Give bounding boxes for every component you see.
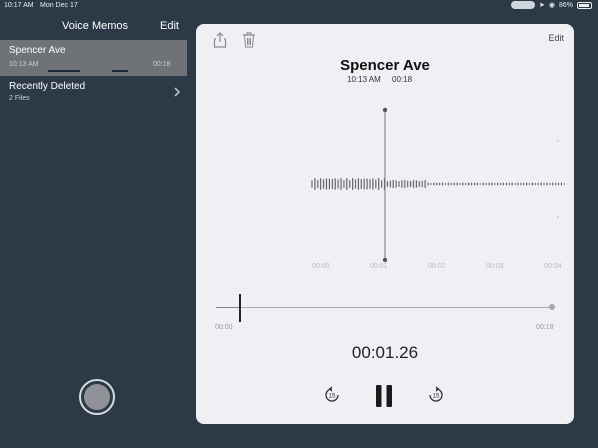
trash-icon[interactable] [242, 32, 256, 48]
svg-text:15: 15 [433, 394, 440, 400]
skip-forward-15-icon[interactable]: 15 [427, 386, 445, 404]
elapsed-time: 00:01.26 [351, 343, 419, 362]
status-right: ➤ ◉ 86% [511, 1, 592, 9]
recording-duration: 00:18 [392, 75, 413, 84]
skip-back-15-icon[interactable]: 15 [323, 386, 341, 404]
memo-progress-marks [48, 70, 168, 73]
scrubber-end-marker [549, 304, 555, 310]
memo-detail-panel: Edit Spencer Ave 10:13 AM 00:18 00:00 00… [196, 24, 574, 424]
timeline-label: 00:03 [486, 263, 504, 270]
record-button[interactable] [79, 379, 115, 415]
timeline-label: 00:02 [428, 263, 446, 270]
status-time: 10:17 AM [4, 2, 34, 9]
scrubber-end-time: 00:18 [536, 324, 554, 331]
recording-time: 10:13 AM [347, 75, 381, 84]
detail-edit-button[interactable]: Edit [548, 33, 564, 43]
status-date: Mon Dec 17 [40, 2, 78, 9]
battery-percent: 86% [558, 1, 573, 9]
screen-record-indicator-icon [511, 1, 535, 9]
timeline-label: 00:01 [370, 263, 388, 270]
playback-scrubber-handle[interactable] [238, 294, 241, 322]
recording-title[interactable]: Spencer Ave [196, 57, 574, 74]
folder-file-count: 2 Files [9, 95, 30, 102]
folder-recently-deleted[interactable]: Recently Deleted [9, 81, 85, 92]
chevron-right-icon[interactable] [171, 86, 183, 98]
timeline-label: 00:04 [544, 263, 562, 270]
battery-icon [577, 1, 592, 9]
pause-icon[interactable] [373, 384, 395, 408]
location-icon: ➤ [539, 2, 545, 9]
timeline-label: 00:00 [312, 263, 330, 270]
playback-scrubber-track[interactable] [216, 307, 554, 308]
sidebar-edit-button[interactable]: Edit [160, 20, 179, 32]
status-bar: 10:17 AM Mon Dec 17 ➤ ◉ 86% [0, 0, 598, 12]
sidebar-title: Voice Memos [62, 20, 129, 32]
scrubber-start-time: 00:00 [215, 324, 233, 331]
share-icon[interactable] [213, 32, 227, 48]
memo-name: Spencer Ave [9, 45, 66, 56]
svg-text:15: 15 [329, 394, 336, 400]
wifi-icon: ◉ [548, 2, 555, 9]
memo-duration: 00:18 [153, 61, 171, 68]
playback-scrubber-progress [216, 307, 240, 308]
memo-time: 10:13 AM [9, 61, 39, 68]
